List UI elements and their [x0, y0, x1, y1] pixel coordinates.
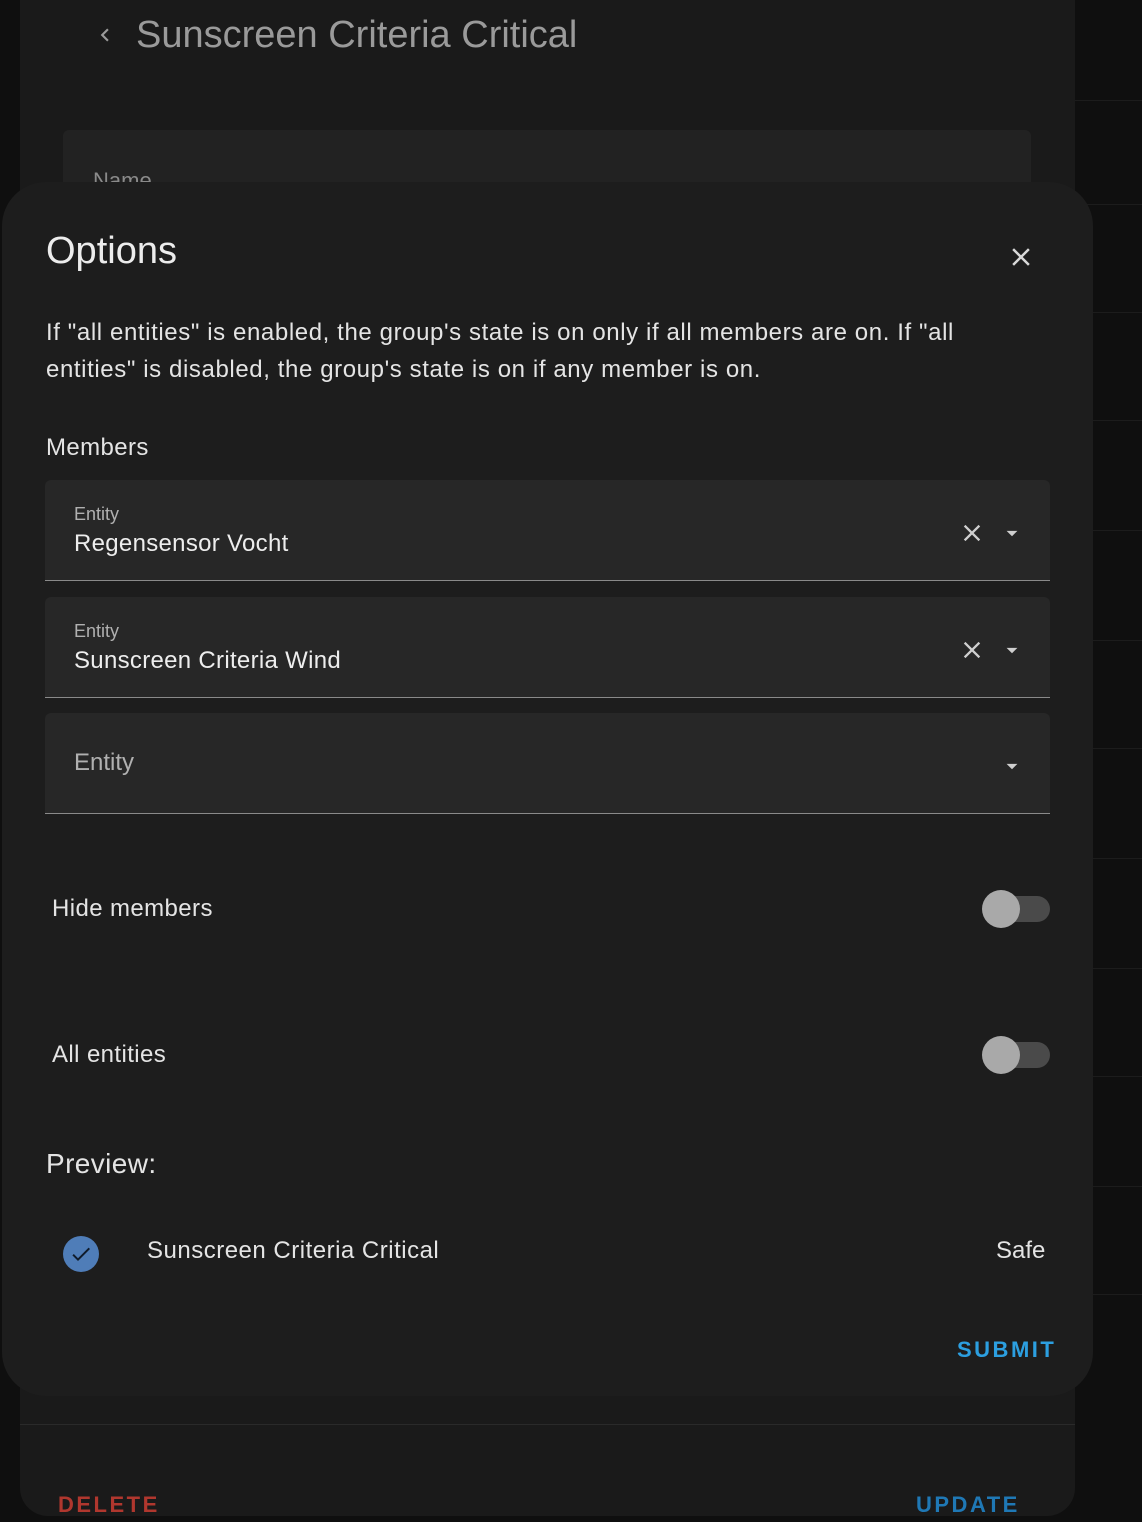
back-button[interactable]	[80, 10, 130, 60]
clear-entity-button[interactable]	[957, 635, 987, 665]
entity-field-label: Entity	[74, 621, 120, 641]
delete-button[interactable]: DELETE	[58, 1492, 160, 1518]
caret-down-icon	[1006, 530, 1018, 537]
preview-heading: Preview:	[46, 1148, 157, 1179]
entity-field-value: Sunscreen Criteria Wind	[74, 647, 341, 674]
all-entities-label: All entities	[52, 1041, 167, 1068]
add-member-entity-picker[interactable]: Entity	[45, 713, 1050, 814]
footer-divider	[20, 1424, 1075, 1425]
entity-field-label: Entity	[74, 504, 120, 524]
chevron-left-icon	[100, 28, 109, 42]
caret-down-icon	[1006, 647, 1018, 654]
close-icon	[963, 641, 981, 659]
close-icon	[1012, 248, 1030, 266]
check-circle-icon	[63, 1236, 99, 1272]
entity-dropdown-toggle[interactable]	[997, 518, 1027, 548]
member-entity-picker[interactable]: Entity Sunscreen Criteria Wind	[45, 597, 1050, 698]
caret-down-icon	[1006, 763, 1018, 770]
close-button[interactable]	[996, 232, 1046, 282]
preview-entity-name: Sunscreen Criteria Critical	[147, 1237, 440, 1264]
options-description: If "all entities" is enabled, the group'…	[46, 319, 954, 383]
update-button[interactable]: UPDATE	[916, 1492, 1020, 1518]
close-icon	[963, 524, 981, 542]
options-dialog: Options If "all entities" is enabled, th…	[2, 182, 1093, 1396]
hide-members-switch[interactable]	[982, 884, 1052, 928]
entity-dropdown-toggle[interactable]	[997, 751, 1027, 781]
entity-field-value: Regensensor Vocht	[74, 530, 289, 557]
all-entities-switch[interactable]	[982, 1030, 1052, 1074]
page-title: Sunscreen Criteria Critical	[136, 14, 578, 56]
background-divider	[1075, 100, 1142, 101]
dialog-title: Options	[46, 230, 177, 272]
entity-dropdown-toggle[interactable]	[997, 635, 1027, 665]
switch-thumb	[982, 1036, 1020, 1074]
dialog-header: Sunscreen Criteria Critical	[20, 0, 1075, 70]
submit-button[interactable]: SUBMIT	[957, 1337, 1056, 1363]
hide-members-label: Hide members	[52, 895, 213, 922]
member-entity-picker[interactable]: Entity Regensensor Vocht	[45, 480, 1050, 581]
members-heading: Members	[46, 434, 149, 461]
clear-entity-button[interactable]	[957, 518, 987, 548]
entity-field-placeholder: Entity	[74, 749, 135, 776]
preview-entity-state: Safe	[996, 1237, 1046, 1264]
switch-thumb	[982, 890, 1020, 928]
